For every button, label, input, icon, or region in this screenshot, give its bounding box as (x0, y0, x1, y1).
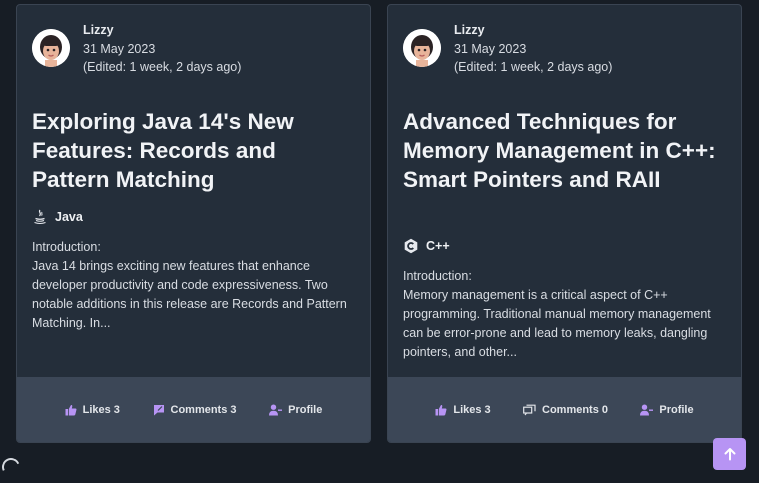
profile-label: Profile (659, 403, 694, 416)
post-tag[interactable]: C++ (403, 238, 450, 254)
avatar[interactable] (403, 29, 441, 67)
author-name[interactable]: Lizzy (454, 21, 612, 40)
arrow-up-icon (724, 448, 735, 461)
cpp-icon (403, 238, 419, 254)
excerpt-text: Java 14 brings exciting new features tha… (32, 259, 347, 330)
author-name[interactable]: Lizzy (83, 21, 241, 40)
like-button[interactable]: Likes 3 (435, 403, 491, 416)
post-excerpt: Introduction: Java 14 brings exciting ne… (32, 238, 357, 333)
excerpt-text: Memory management is a critical aspect o… (403, 288, 711, 359)
post-author: Lizzy 31 May 2023 (Edited: 1 week, 2 day… (32, 21, 241, 77)
comment-count: Comments 0 (542, 403, 609, 416)
user-minus-icon (640, 404, 654, 415)
like-button[interactable]: Likes 3 (65, 404, 120, 416)
profile-button[interactable]: Profile (269, 404, 322, 416)
edited-time: (Edited: 1 week, 2 days ago) (454, 60, 613, 74)
loading-spinner-icon (0, 455, 23, 479)
post-actions: Likes 3 Comments 3 Profile (17, 377, 370, 442)
comments-button[interactable]: Comments 3 (153, 404, 237, 416)
post-author: Lizzy 31 May 2023 (Edited: 1 week, 2 day… (403, 21, 612, 77)
thumbs-up-icon (435, 404, 447, 415)
post-card[interactable]: Lizzy 31 May 2023 (Edited: 1 week, 2 day… (387, 4, 742, 443)
profile-button[interactable]: Profile (640, 403, 694, 416)
post-date: 31 May 2023 (454, 41, 527, 56)
avatar[interactable] (32, 29, 70, 67)
scroll-to-top-button[interactable] (713, 438, 746, 470)
edited-time: (Edited: 1 week, 2 days ago) (83, 60, 242, 74)
excerpt-intro: Introduction: (32, 240, 101, 254)
post-tag[interactable]: Java (32, 209, 83, 225)
tag-label: C++ (426, 239, 450, 253)
post-title[interactable]: Exploring Java 14's New Features: Record… (32, 107, 357, 194)
profile-label: Profile (288, 403, 323, 416)
post-date: 31 May 2023 (83, 41, 156, 56)
comments-button[interactable]: Comments 0 (523, 404, 608, 416)
tag-label: Java (55, 210, 83, 224)
thumbs-up-icon (65, 404, 77, 415)
comments-outline-icon (523, 404, 536, 415)
like-count: Likes 3 (453, 403, 491, 416)
comment-count: Comments 3 (170, 403, 237, 416)
like-count: Likes 3 (82, 403, 120, 416)
post-card[interactable]: Lizzy 31 May 2023 (Edited: 1 week, 2 day… (16, 4, 371, 443)
excerpt-intro: Introduction: (403, 269, 472, 283)
java-icon (32, 209, 48, 225)
post-title[interactable]: Advanced Techniques for Memory Managemen… (403, 107, 728, 194)
comment-filled-icon (153, 404, 164, 415)
user-minus-icon (269, 404, 283, 415)
post-excerpt: Introduction: Memory management is a cri… (403, 267, 728, 362)
post-actions: Likes 3 Comments 0 Profile (388, 377, 741, 442)
